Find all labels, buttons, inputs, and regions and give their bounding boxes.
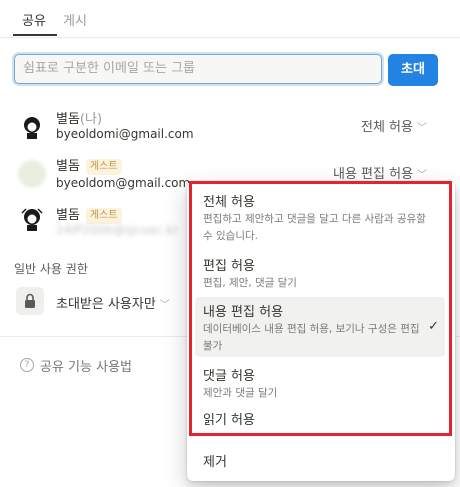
option-read-access[interactable]: 읽기 허용 (195, 405, 445, 431)
option-description: 편집하고 제안하고 댓글을 달고 다른 사람과 공유할 수 있습니다. (203, 213, 426, 242)
help-icon: ? (20, 358, 34, 372)
role-dropdown[interactable]: 내용 편집 허용 ﹀ (333, 163, 427, 182)
option-title: 전체 허용 (203, 195, 255, 210)
option-description: 제안과 댓글 달기 (203, 387, 278, 399)
member-email: byeoldomi@gmail.com (56, 127, 194, 141)
guest-badge: 게스트 (85, 208, 122, 224)
option-title: 편집 허용 (203, 259, 255, 274)
avatar (18, 113, 46, 141)
chevron-down-icon: ﹀ (417, 170, 428, 181)
member-name: 별돔 게스트 (56, 155, 122, 175)
avatar (18, 205, 46, 233)
option-title: 읽기 허용 (203, 413, 255, 428)
member-row: 별돔(나) byeoldomi@gmail.com 전체 허용 ﹀ (0, 108, 460, 154)
option-title: 내용 편집 허용 (203, 305, 284, 320)
permission-dropdown-menu: 전체 허용 편집하고 제안하고 댓글을 달고 다른 사람과 공유할 수 있습니다… (187, 181, 455, 481)
role-dropdown[interactable]: 전체 허용 ﹀ (361, 116, 427, 135)
option-edit-access[interactable]: 편집 허용 편집, 제안, 댓글 달기 (195, 251, 445, 293)
member-name: 별돔(나) (56, 112, 103, 127)
general-access-label: 일반 사용 권한 (14, 262, 88, 276)
member-name: 별돔 게스트 (56, 204, 122, 224)
general-access-dropdown[interactable]: 초대받은 사용자만 ﹀ (56, 293, 170, 312)
tab-publish[interactable]: 게시 (63, 10, 87, 29)
tab-share[interactable]: 공유 (22, 10, 46, 29)
invite-button[interactable]: 초대 (388, 54, 438, 86)
option-full-access[interactable]: 전체 허용 편집하고 제안하고 댓글을 달고 다른 사람과 공유할 수 있습니다… (195, 187, 445, 251)
checkmark-icon: ✓ (428, 319, 439, 334)
help-link[interactable]: 공유 기능 사용법 (40, 356, 132, 375)
lock-icon (16, 287, 44, 315)
avatar (18, 160, 46, 188)
member-email: 24IP2006@sjcuac.kr (56, 223, 179, 237)
guest-badge: 게스트 (85, 159, 122, 175)
chevron-down-icon: ﹀ (416, 123, 427, 134)
option-title: 댓글 허용 (203, 369, 255, 384)
option-description: 데이터베이스 내용 편집 허용, 보기나 구성은 편집 불가 (203, 323, 420, 352)
invite-email-input[interactable]: 쉼표로 구분한 이메일 또는 그룹 (14, 54, 382, 84)
tab-bar: 공유 게시 (0, 0, 460, 38)
option-description: 편집, 제안, 댓글 달기 (203, 277, 297, 289)
active-tab-indicator (13, 34, 57, 36)
option-comment-access[interactable]: 댓글 허용 제안과 댓글 달기 (195, 361, 445, 403)
member-email: byeoldom@gmail.com (56, 176, 191, 190)
chevron-down-icon: ﹀ (159, 300, 170, 311)
option-content-edit-access[interactable]: 내용 편집 허용 데이터베이스 내용 편집 허용, 보기나 구성은 편집 불가 … (195, 297, 445, 357)
remove-member-button[interactable]: 제거 (203, 451, 227, 470)
